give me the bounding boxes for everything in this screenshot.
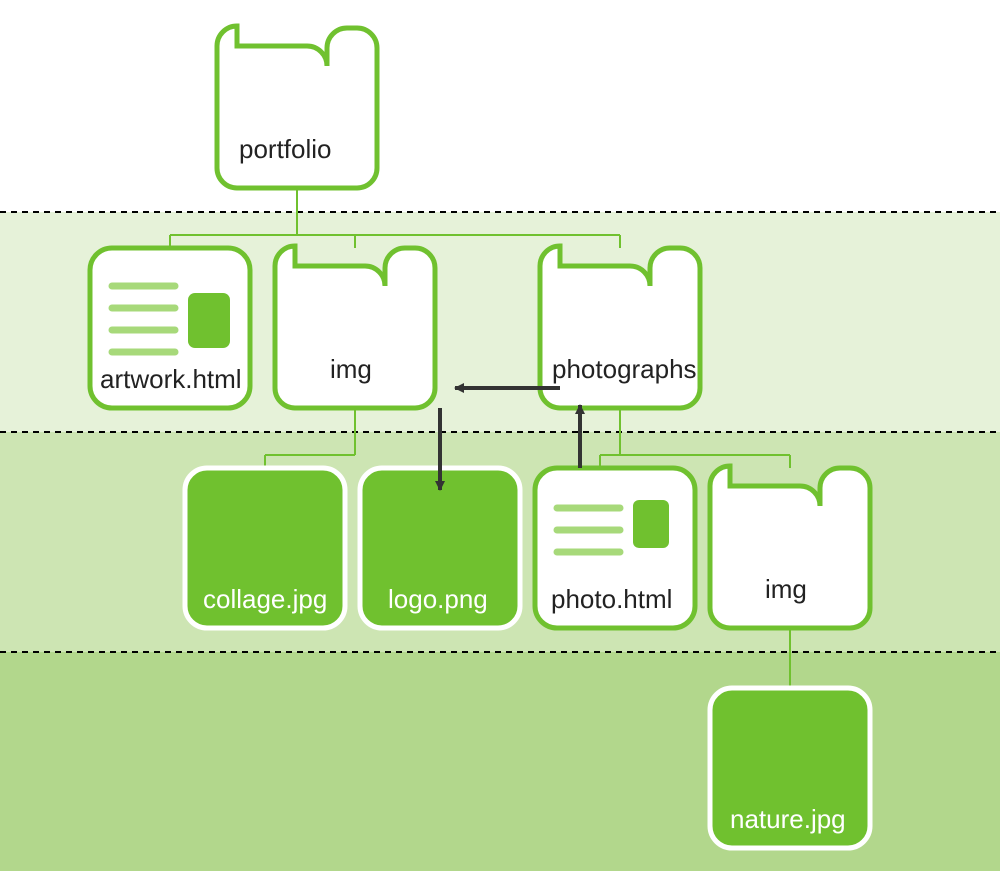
folder-label: portfolio bbox=[239, 134, 332, 164]
file-label: collage.jpg bbox=[203, 584, 327, 614]
folder-label: img bbox=[330, 354, 372, 384]
file-label: photo.html bbox=[551, 584, 672, 614]
file-label: nature.jpg bbox=[730, 804, 846, 834]
folder-photographs: photographs bbox=[540, 246, 700, 408]
file-photo-html: photo.html bbox=[535, 468, 695, 628]
file-artwork-html: artwork.html bbox=[90, 248, 250, 408]
folder-img-2: img bbox=[710, 466, 870, 628]
folder-label: img bbox=[765, 574, 807, 604]
folder-portfolio: portfolio bbox=[217, 26, 377, 188]
filesystem-tree-diagram: portfolio artwork.html img photographs c… bbox=[0, 0, 1000, 871]
file-logo-png: logo.png bbox=[360, 468, 520, 628]
file-collage-jpg: collage.jpg bbox=[185, 468, 345, 628]
file-label: artwork.html bbox=[100, 364, 242, 394]
file-nature-jpg: nature.jpg bbox=[710, 688, 870, 848]
file-label: logo.png bbox=[388, 584, 488, 614]
folder-img-1: img bbox=[275, 246, 435, 408]
folder-label: photographs bbox=[552, 354, 697, 384]
